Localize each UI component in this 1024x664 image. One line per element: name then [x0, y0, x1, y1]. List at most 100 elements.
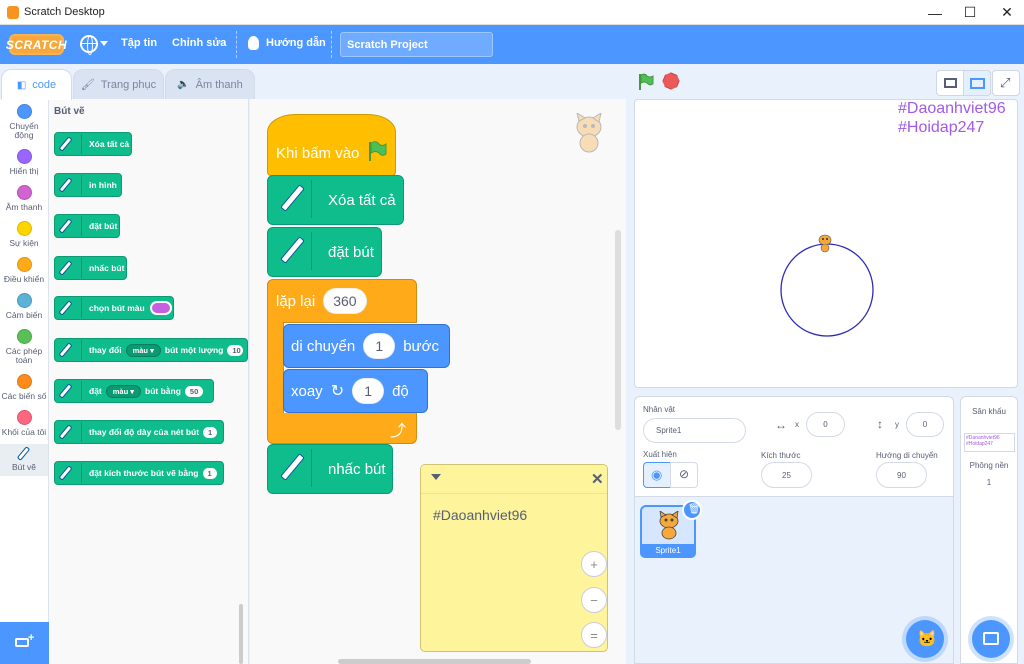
category-dot — [16, 293, 32, 308]
large-stage-button[interactable] — [963, 70, 991, 96]
direction-label: Hướng di chuyển — [876, 451, 938, 460]
direction-input[interactable]: 90 — [876, 462, 927, 488]
stage-thumbnail[interactable]: #Daoanhviet96 #Hoidap247 — [964, 433, 1015, 452]
repeat-count-input[interactable]: 360 — [323, 288, 367, 314]
note-text[interactable]: #Daoanhviet96 — [433, 507, 527, 523]
choose-backdrop-button[interactable] — [972, 620, 1010, 658]
block-label: đặt — [89, 386, 102, 396]
chevron-down-icon — [100, 41, 108, 46]
collapse-arrow-icon[interactable] — [431, 474, 441, 480]
add-extension-button[interactable]: + — [0, 622, 49, 664]
window-titlebar: Scratch Desktop — ☐ ✕ — [0, 0, 1024, 25]
palette-block-set-param[interactable]: đặt màu ▾ bút bằng 50 — [54, 379, 214, 403]
palette-block-change-size[interactable]: thay đổi độ dày của nét bút 1 — [54, 420, 224, 444]
show-sprite-button[interactable]: ◉ — [643, 462, 671, 488]
category-looks[interactable]: Hiển thị — [0, 149, 48, 176]
script-block-turn[interactable]: xoay ↻ 1 độ — [283, 369, 428, 413]
color-swatch[interactable] — [149, 301, 172, 315]
maximize-button[interactable]: ☐ — [951, 0, 989, 25]
param-dropdown[interactable]: màu ▾ — [105, 384, 142, 398]
turn-degrees-input[interactable]: 1 — [352, 378, 385, 404]
block-label: thay đổi độ dày của nét bút — [89, 427, 200, 437]
palette-block-set-color[interactable]: chọn bút màu — [54, 296, 174, 320]
category-sound[interactable]: Âm thanh — [0, 185, 48, 212]
param-dropdown[interactable]: màu ▾ — [125, 343, 161, 357]
category-sensing[interactable]: Cảm biến — [0, 293, 48, 320]
script-block-clear[interactable]: Xóa tất cả — [267, 175, 404, 225]
block-label: Xóa tất cả — [328, 191, 396, 209]
zoom-reset-button[interactable]: = — [581, 622, 607, 648]
category-variables[interactable]: Các biến số — [0, 374, 48, 401]
comment-note[interactable]: ✕ #Daoanhviet96 — [420, 464, 608, 652]
category-pen[interactable]: Bút vẽ — [0, 444, 48, 476]
zoom-out-button[interactable]: − — [581, 587, 607, 613]
block-label: nhấc bút — [328, 460, 386, 478]
close-note-icon[interactable]: ✕ — [591, 470, 604, 488]
menu-tutorials[interactable]: Hướng dẫn — [266, 37, 326, 49]
palette-scrollbar[interactable] — [239, 604, 243, 664]
category-operators[interactable]: Các phép toán — [0, 329, 48, 365]
tab-costumes[interactable]: 🖌 Trang phục — [73, 69, 164, 99]
y-input[interactable]: 0 — [906, 412, 944, 437]
value-input[interactable]: 1 — [202, 467, 217, 479]
palette-block-clear[interactable]: Xóa tất cả — [54, 132, 132, 156]
value-input[interactable]: 50 — [184, 385, 204, 397]
note-header[interactable]: ✕ — [421, 465, 607, 494]
block-label: thay đổi — [89, 345, 122, 355]
script-block-move[interactable]: di chuyển 1 bước — [283, 324, 450, 368]
sprite-name-input[interactable]: Sprite1 — [643, 418, 746, 443]
pen-icon — [58, 298, 82, 318]
menu-file[interactable]: Tập tin — [121, 37, 157, 49]
green-flag-button[interactable] — [637, 73, 654, 90]
block-label: di chuyển — [291, 337, 356, 355]
size-input[interactable]: 25 — [761, 462, 812, 488]
delete-sprite-button[interactable]: 🗑 — [682, 500, 702, 520]
scratch-logo[interactable]: SCRATCH — [6, 34, 67, 55]
category-motion[interactable]: Chuyển động — [0, 104, 48, 140]
palette-block-pen-down[interactable]: đặt bút — [54, 214, 120, 238]
menu-edit[interactable]: Chỉnh sửa — [172, 37, 226, 49]
zoom-in-button[interactable]: + — [581, 551, 607, 577]
stop-button[interactable] — [661, 71, 682, 92]
script-hat-when-flag-clicked[interactable]: Khi bấm vào — [267, 114, 396, 176]
choose-sprite-button[interactable]: 🐱 — [906, 620, 944, 658]
script-block-repeat[interactable]: lặp lại 360 — [267, 279, 417, 323]
palette-block-pen-up[interactable]: nhấc bút — [54, 256, 127, 280]
minimize-button[interactable]: — — [916, 0, 954, 25]
category-label: Điều khiển — [3, 274, 45, 284]
script-vertical-scrollbar[interactable] — [615, 230, 621, 430]
palette-block-stamp[interactable]: in hình — [54, 173, 122, 197]
stage-canvas[interactable] — [634, 99, 1018, 388]
script-horizontal-scrollbar[interactable] — [338, 659, 531, 664]
value-input[interactable]: 10 — [227, 344, 243, 356]
script-block-pen-up[interactable]: nhấc bút — [267, 444, 393, 494]
fullscreen-button[interactable]: ⤢ — [992, 70, 1020, 96]
block-label: xoay — [291, 382, 323, 400]
brush-icon: 🖌 — [80, 79, 95, 91]
tutorials-bulb-icon — [248, 36, 259, 50]
app-icon — [7, 6, 19, 19]
palette-block-change-param[interactable]: thay đổi màu ▾ bút một lượng 10 — [54, 338, 248, 362]
hide-sprite-button[interactable]: ⊘ — [670, 462, 698, 488]
sprite-thumbnail-name: Sprite1 — [640, 544, 696, 558]
x-input[interactable]: 0 — [806, 412, 845, 437]
backdrops-label: Phông nền — [969, 461, 1009, 470]
close-window-button[interactable]: ✕ — [988, 0, 1024, 25]
category-my-blocks[interactable]: Khối của tôi — [0, 410, 48, 437]
move-steps-input[interactable]: 1 — [363, 333, 396, 359]
category-events[interactable]: Sự kiện — [0, 221, 48, 248]
value-input[interactable]: 1 — [203, 426, 218, 438]
category-label: Khối của tôi — [1, 427, 47, 437]
pen-icon — [272, 232, 312, 270]
project-title-input[interactable]: Scratch Project — [340, 32, 493, 57]
small-stage-button[interactable] — [936, 70, 964, 96]
tab-sounds[interactable]: 🔈 Âm thanh — [165, 69, 255, 99]
show-label: Xuất hiện — [643, 450, 677, 459]
thumb-text: #Hoidap247 — [966, 441, 993, 447]
palette-block-set-size[interactable]: đặt kích thước bút vẽ bằng 1 — [54, 461, 224, 485]
block-label: đặt kích thước bút vẽ bằng — [89, 468, 199, 478]
category-control[interactable]: Điều khiển — [0, 257, 48, 284]
script-block-pen-down[interactable]: đặt bút — [267, 227, 382, 277]
language-globe-icon[interactable] — [80, 35, 98, 55]
tab-code[interactable]: ◧ code — [1, 69, 72, 100]
